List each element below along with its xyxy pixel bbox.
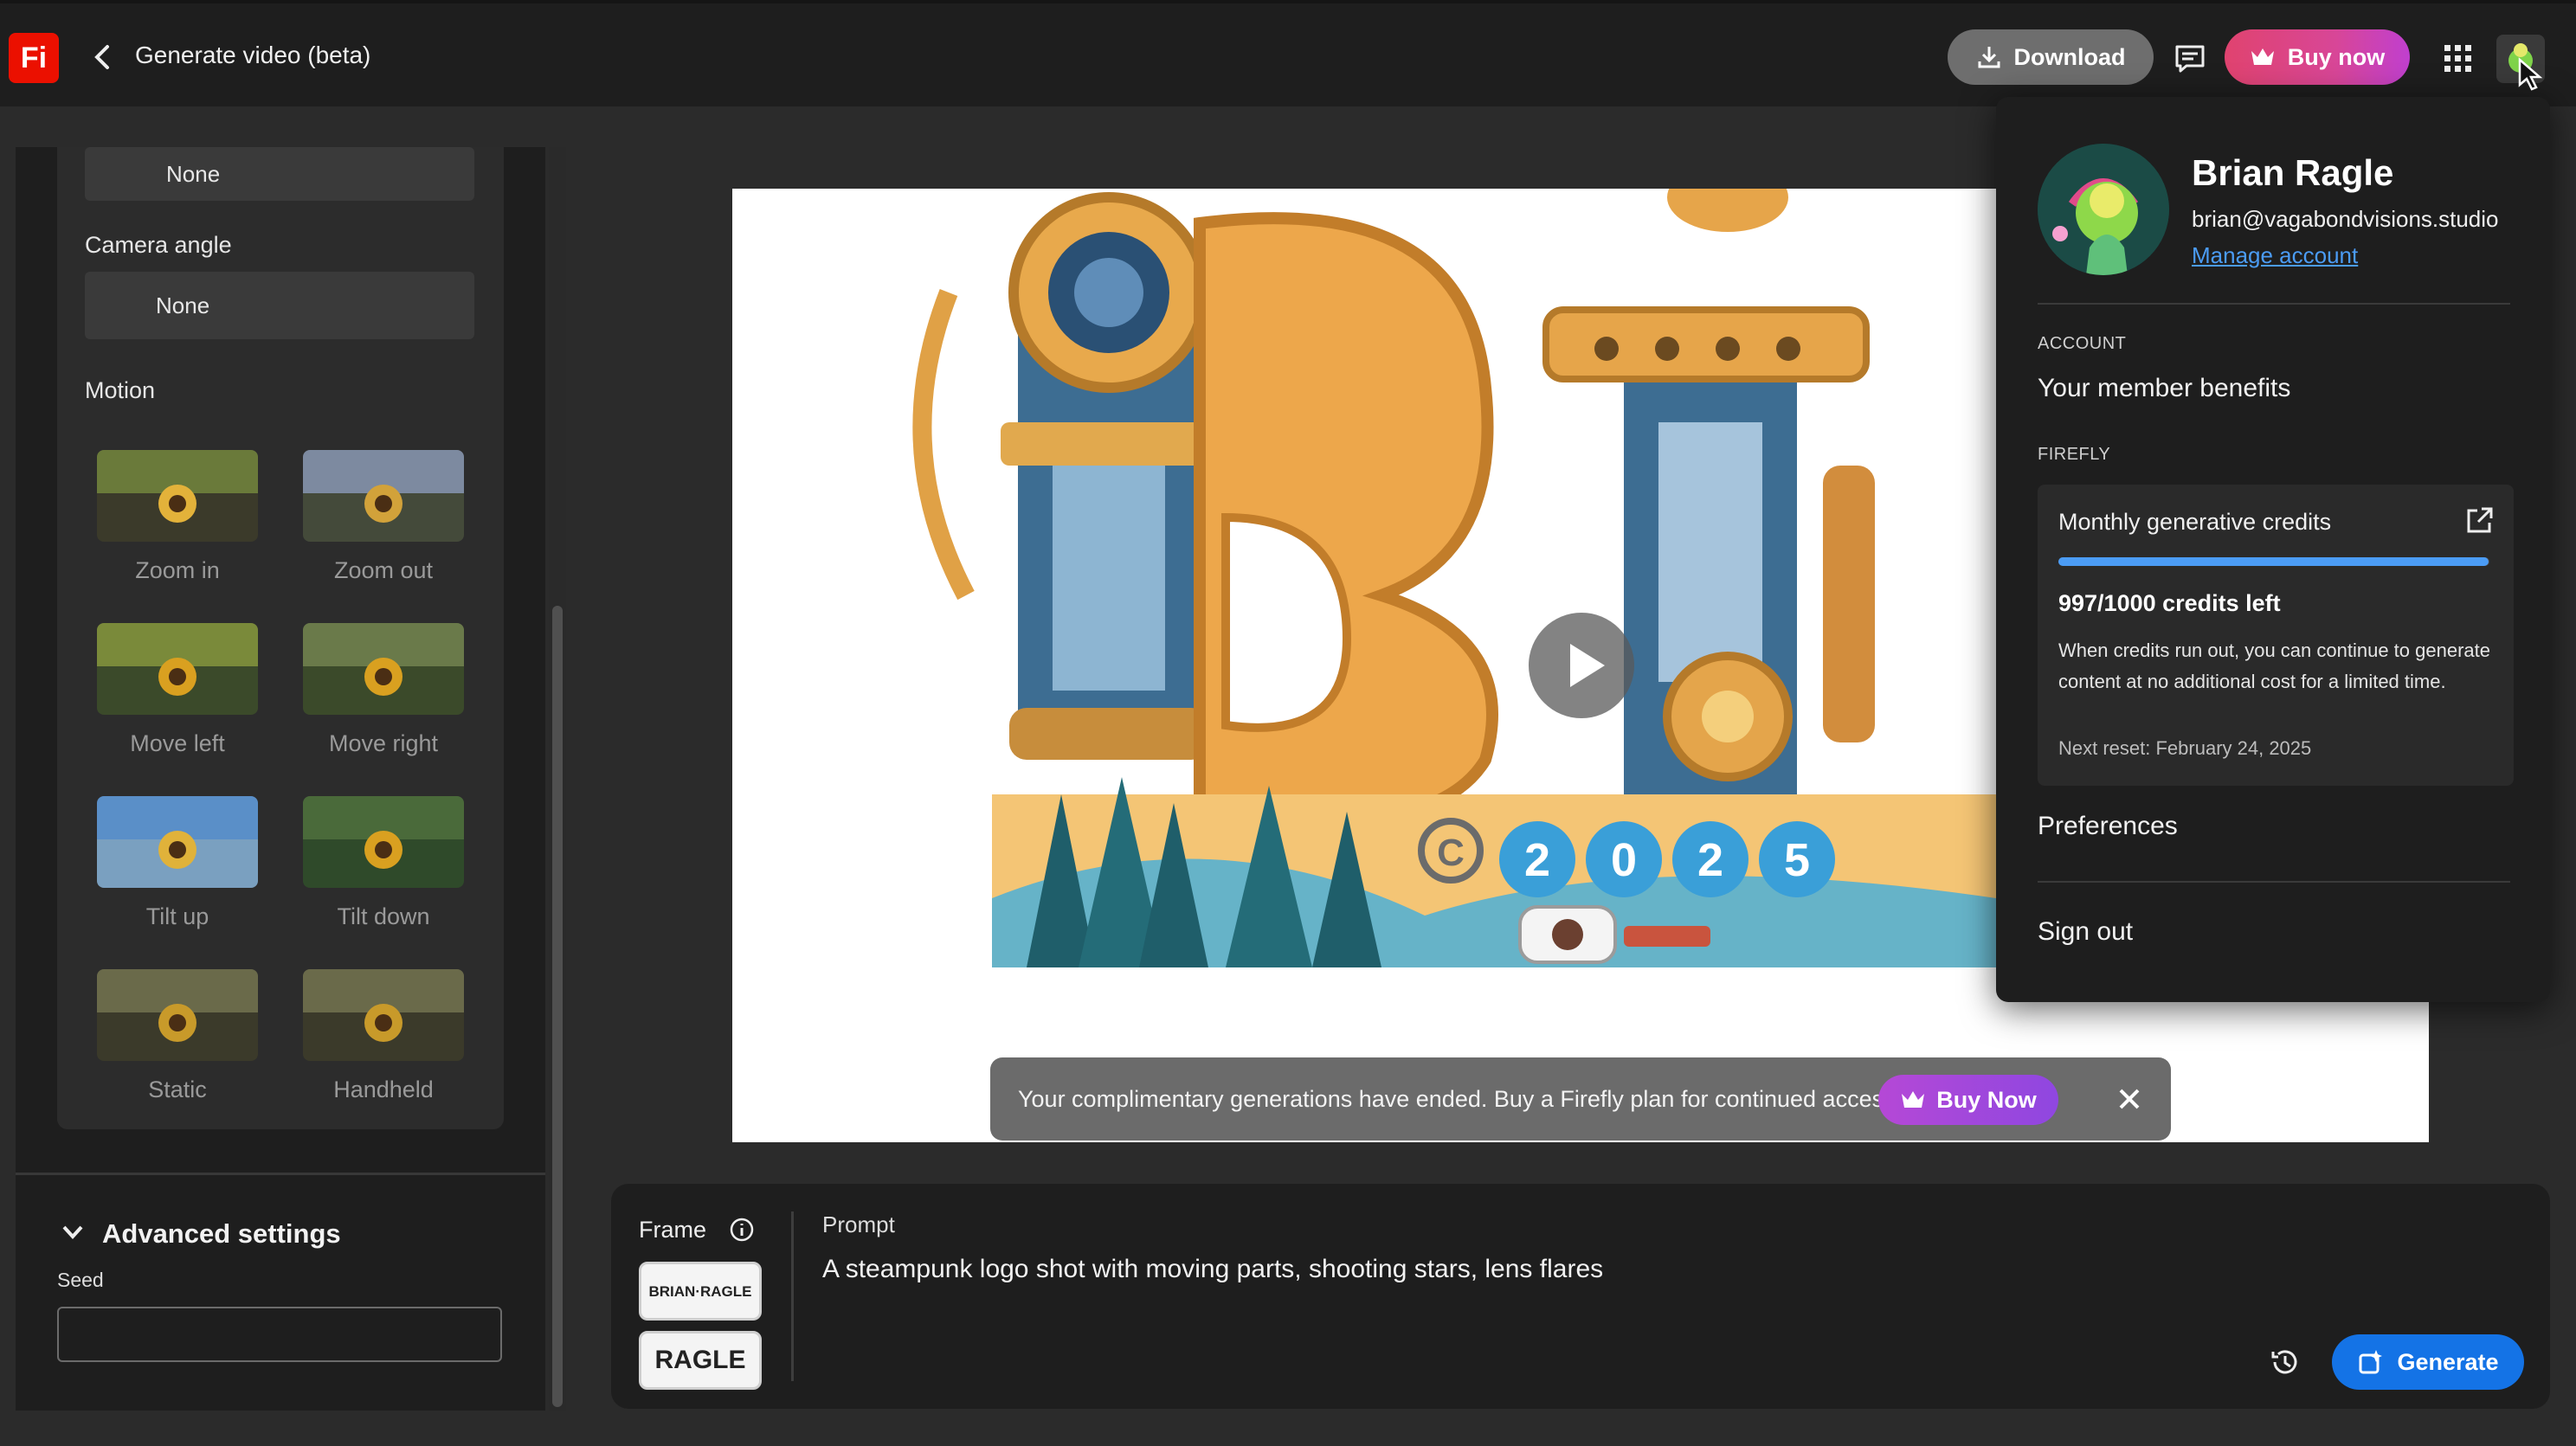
year-digit: 2 — [1524, 834, 1550, 886]
external-link-icon[interactable] — [2465, 505, 2495, 535]
chevron-down-icon[interactable] — [61, 1224, 85, 1241]
account-popover: Brian Ragle brian@vagabondvisions.studio… — [1996, 97, 2550, 1002]
firefly-logo[interactable]: Fi — [9, 33, 59, 83]
credits-title: Monthly generative credits — [2058, 509, 2332, 535]
start-frame-thumbnail[interactable]: BRIAN·RAGLE — [639, 1262, 762, 1321]
credits-progress-track — [2058, 557, 2489, 566]
camera-angle-value: None — [156, 292, 210, 318]
camera-angle-select[interactable]: None — [85, 272, 474, 339]
close-icon[interactable] — [2117, 1087, 2141, 1111]
credits-reset-date: Next reset: February 24, 2025 — [2058, 737, 2312, 759]
preferences-link[interactable]: Preferences — [2038, 812, 2178, 841]
motion-option-move-left[interactable] — [97, 623, 258, 715]
info-icon[interactable] — [729, 1217, 755, 1243]
play-icon — [1570, 644, 1605, 687]
motion-option-label: Zoom out — [333, 557, 434, 583]
motion-option-move-right[interactable] — [303, 623, 464, 715]
prompt-bar: Frame BRIAN·RAGLE RAGLE Prompt A steampu… — [611, 1184, 2550, 1409]
motion-option-label: Move left — [130, 730, 225, 756]
crown-icon — [1902, 1091, 1925, 1108]
account-section-heading: ACCOUNT — [2038, 334, 2127, 353]
download-label: Download — [2013, 43, 2126, 70]
avatar-icon — [2038, 144, 2169, 275]
buy-now-label: Buy now — [2287, 43, 2386, 70]
profile-avatar — [2038, 144, 2169, 275]
play-button[interactable] — [1529, 613, 1634, 718]
firefly-section-heading: FIREFLY — [2038, 445, 2111, 464]
back-chevron-icon[interactable] — [90, 42, 116, 73]
top-select[interactable]: None — [85, 147, 474, 201]
seed-input[interactable] — [57, 1307, 502, 1362]
toast-message: Your complimentary generations have ende… — [1018, 1085, 1903, 1112]
sunflower-thumbnail — [97, 969, 258, 1061]
motion-label: Motion — [85, 377, 156, 403]
generate-icon — [2359, 1350, 2383, 1374]
page-title: Generate video (beta) — [135, 42, 371, 68]
member-benefits-link[interactable]: Your member benefits — [2038, 374, 2290, 403]
buy-now-button[interactable]: Buy now — [2225, 29, 2410, 85]
year-digit: 0 — [1611, 834, 1637, 886]
profile-name: Brian Ragle — [2192, 152, 2394, 193]
panel-divider — [16, 1173, 545, 1175]
credits-card: Monthly generative credits 997/1000 cred… — [2038, 485, 2514, 786]
history-icon[interactable] — [2268, 1345, 2302, 1379]
panel-scrollbar-thumb[interactable] — [552, 606, 563, 1407]
generate-label: Generate — [2397, 1348, 2499, 1375]
apps-grid-icon[interactable] — [2443, 43, 2474, 74]
motion-option-handheld[interactable] — [303, 969, 464, 1061]
profile-email: brian@vagabondvisions.studio — [2192, 206, 2499, 232]
motion-option-label: Handheld — [333, 1076, 434, 1102]
top-bar: Fi Generate video (beta) Download Buy no… — [0, 0, 2576, 106]
download-button[interactable]: Download — [1948, 29, 2154, 85]
toast-buy-now-button[interactable]: Buy Now — [1878, 1075, 2058, 1125]
toast-buy-now-label: Buy Now — [1936, 1086, 2037, 1113]
motion-option-label: Static — [148, 1076, 207, 1102]
sunflower-thumbnail — [303, 623, 464, 715]
popover-divider — [2038, 881, 2510, 883]
prompt-label: Prompt — [822, 1211, 895, 1237]
sunflower-thumbnail — [303, 796, 464, 888]
download-icon — [1978, 47, 2000, 68]
camera-angle-label: Camera angle — [85, 232, 232, 258]
motion-option-label: Move right — [328, 730, 439, 756]
prompt-input[interactable]: A steampunk logo shot with moving parts,… — [822, 1255, 1603, 1284]
frame-thumb-text: RAGLE — [654, 1346, 746, 1374]
sunflower-thumbnail — [97, 623, 258, 715]
year-digit: 5 — [1784, 834, 1810, 886]
seed-label: Seed — [57, 1269, 104, 1291]
frame-label: Frame — [639, 1217, 707, 1243]
sunflower-thumbnail — [303, 969, 464, 1061]
svg-text:C: C — [1437, 832, 1465, 874]
manage-account-link[interactable]: Manage account — [2192, 242, 2358, 269]
sunflower-thumbnail — [303, 450, 464, 542]
credits-progress-fill — [2058, 557, 2489, 566]
frame-thumb-text: BRIAN·RAGLE — [648, 1283, 752, 1300]
sunflower-thumbnail — [97, 796, 258, 888]
motion-option-tilt-down[interactable] — [303, 796, 464, 888]
motion-option-zoom-in[interactable] — [97, 450, 258, 542]
year-digit: 2 — [1697, 834, 1723, 886]
crown-icon — [2251, 48, 2274, 65]
prompt-divider — [791, 1211, 794, 1381]
steampunk-logo-artwork: C 2 0 2 5 — [912, 189, 1996, 967]
motion-option-label: Tilt up — [145, 903, 209, 929]
motion-option-tilt-up[interactable] — [97, 796, 258, 888]
advanced-settings-toggle[interactable]: Advanced settings — [102, 1218, 341, 1250]
credits-left: 997/1000 credits left — [2058, 590, 2281, 616]
sunflower-thumbnail — [97, 450, 258, 542]
sign-out-link[interactable]: Sign out — [2038, 917, 2133, 947]
top-select-value: None — [166, 160, 221, 187]
motion-option-static[interactable] — [97, 969, 258, 1061]
credits-description: When credits run out, you can continue t… — [2058, 639, 2490, 692]
generate-button[interactable]: Generate — [2332, 1334, 2524, 1390]
credits-ended-toast: Your complimentary generations have ende… — [990, 1057, 2171, 1141]
feedback-icon[interactable] — [2173, 42, 2207, 76]
popover-divider — [2038, 303, 2510, 305]
motion-option-label: Zoom in — [135, 557, 220, 583]
end-frame-thumbnail[interactable]: RAGLE — [639, 1331, 762, 1390]
motion-option-zoom-out[interactable] — [303, 450, 464, 542]
mouse-cursor-icon — [2518, 57, 2543, 91]
motion-option-label: Tilt down — [337, 903, 430, 929]
